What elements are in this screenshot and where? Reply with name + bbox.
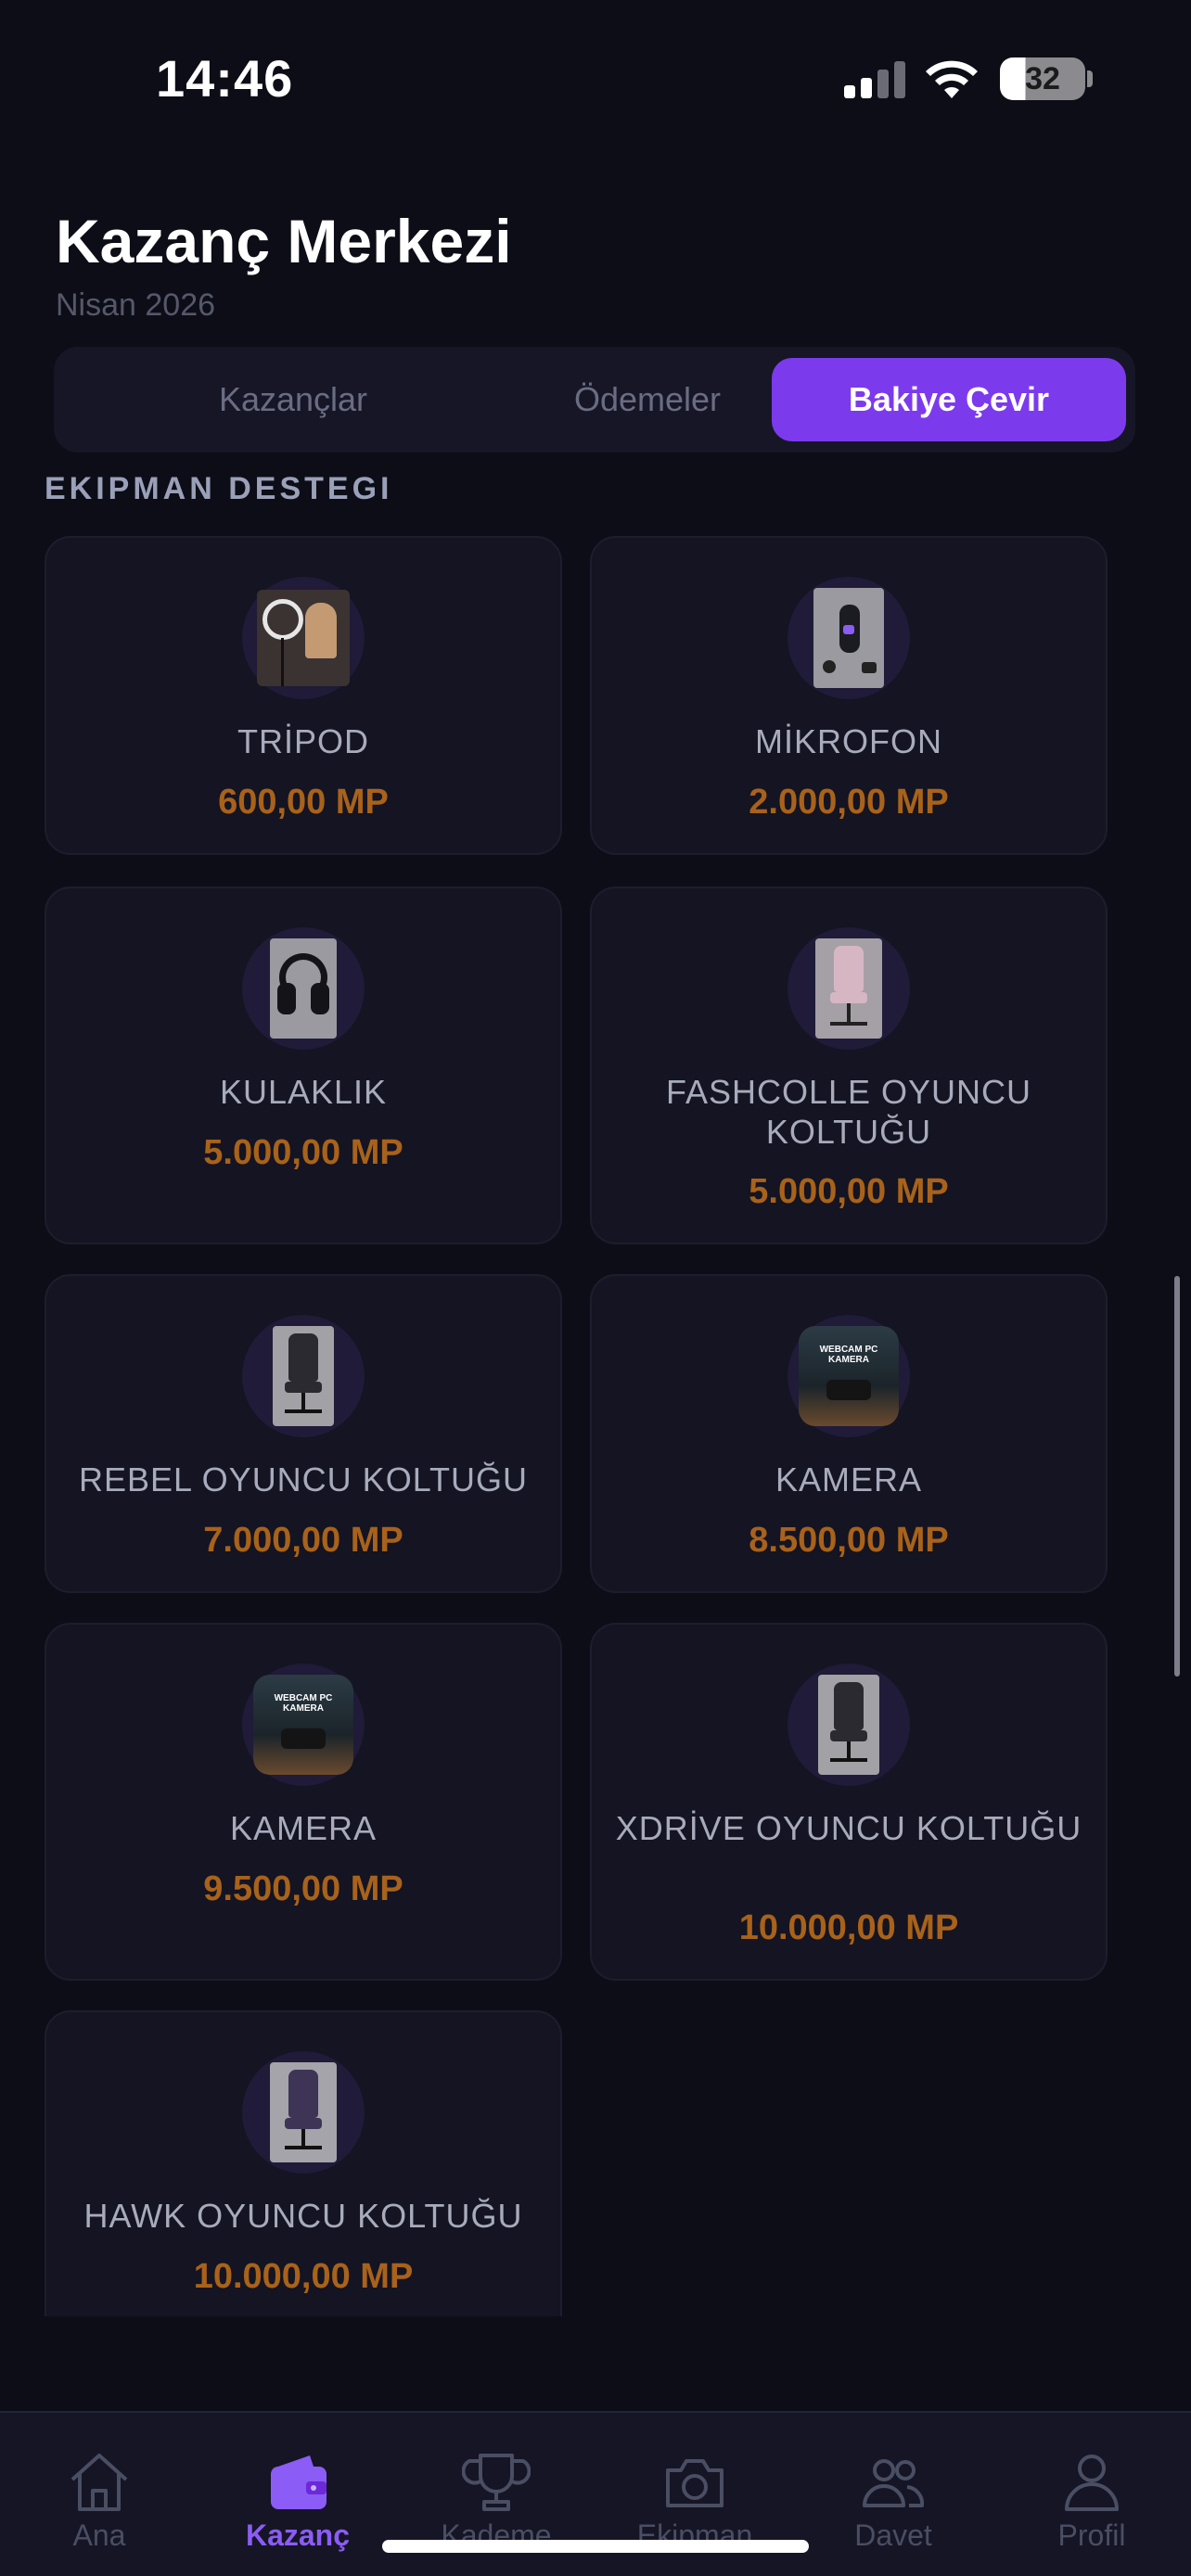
item-name: KULAKLIK [219,1073,388,1111]
battery-cap [1087,70,1093,87]
webcam-image: WEBCAM PC KAMERA [242,1664,365,1786]
tripod-ring-light-image [242,577,365,699]
user-icon [1065,2455,1119,2511]
item-price: 5.000,00 MP [203,1133,403,1172]
item-price: 8.500,00 MP [749,1521,949,1560]
item-name: KAMERA [775,1460,923,1498]
nav-label: Profil [1057,2519,1126,2552]
webcam-image: WEBCAM PC KAMERA [788,1315,910,1437]
battery-level: 32 [1025,60,1060,96]
nav-item-kazanc[interactable]: Kazanç [198,2413,397,2576]
users-icon [863,2459,925,2507]
thumb-caption: WEBCAM PC KAMERA [274,1693,333,1714]
nav-label: Davet [854,2519,932,2552]
equipment-card-xdrive-koltuk[interactable]: XDRİVE OYUNCU KOLTUĞU 10.000,00 MP [590,1623,1108,1981]
equipment-card-kamera-2[interactable]: WEBCAM PC KAMERA KAMERA 9.500,00 MP [45,1623,562,1981]
item-price: 10.000,00 MP [193,2257,414,2296]
equipment-card-fashcolle-koltuk[interactable]: FASHCOLLE OYUNCU KOLTUĞU 5.000,00 MP [590,886,1108,1244]
item-price: 600,00 MP [218,783,389,822]
thumb-caption: WEBCAM PC KAMERA [819,1345,878,1365]
page-title: Kazanç Merkezi [56,207,512,275]
battery-icon: 32 [1000,57,1085,100]
gaming-chair-image [242,1315,365,1437]
item-price: 5.000,00 MP [749,1172,949,1211]
equipment-card-rebel-koltuk[interactable]: REBEL OYUNCU KOLTUĞU 7.000,00 MP [45,1274,562,1593]
nav-label: Kazanç [245,2519,351,2552]
item-price: 10.000,00 MP [738,1908,959,1947]
headphones-image [242,927,365,1050]
status-time: 14:46 [156,49,294,108]
item-name: KAMERA [229,1809,378,1847]
gaming-chair-image [242,2051,365,2174]
gaming-chair-image [788,1664,910,1786]
wifi-icon [926,60,978,98]
item-name: FASHCOLLE OYUNCU KOLTUĞU [665,1073,1032,1151]
item-price: 9.500,00 MP [203,1869,403,1908]
camera-icon [666,2459,724,2507]
nav-label: Ana [72,2519,126,2552]
equipment-card-hawk-koltuk[interactable]: HAWK OYUNCU KOLTUĞU 10.000,00 MP [45,2010,562,2316]
item-price: 2.000,00 MP [749,783,949,822]
scroll-indicator[interactable] [1174,1276,1180,1677]
gaming-chair-image [788,927,910,1050]
cellular-signal-icon [844,61,905,98]
home-indicator[interactable] [382,2540,809,2553]
item-name: TRİPOD [237,722,369,760]
status-bar: 14:46 32 [0,0,1191,158]
tab-bakiye-cevir[interactable]: Bakiye Çevir [772,358,1126,441]
item-name: HAWK OYUNCU KOLTUĞU [83,2197,523,2235]
equipment-card-kamera-1[interactable]: WEBCAM PC KAMERA KAMERA 8.500,00 MP [590,1274,1108,1593]
page-subtitle: Nisan 2026 [56,287,216,323]
trophy-icon [462,2454,531,2511]
home-icon [70,2454,128,2511]
item-price: 7.000,00 MP [203,1521,403,1560]
equipment-card-kulaklik[interactable]: KULAKLIK 5.000,00 MP [45,886,562,1244]
nav-item-profil[interactable]: Profil [992,2413,1191,2576]
microphone-image [788,577,910,699]
nav-item-davet[interactable]: Davet [794,2413,992,2576]
section-title: EKIPMAN DESTEGI [45,471,393,506]
item-name: MİKROFON [755,722,942,760]
wallet-icon [271,2455,327,2509]
equipment-card-mikrofon[interactable]: MİKROFON 2.000,00 MP [590,536,1108,855]
equipment-card-tripod[interactable]: TRİPOD 600,00 MP [45,536,562,855]
segmented-tabs: Kazançlar Ödemeler Bakiye Çevir [54,347,1135,453]
item-name: XDRİVE OYUNCU KOLTUĞU [615,1809,1082,1847]
item-name: REBEL OYUNCU KOLTUĞU [78,1460,529,1498]
equipment-grid: TRİPOD 600,00 MP MİKROFON 2.000,00 MP KU… [45,536,1108,2316]
tab-kazanclar[interactable]: Kazançlar [116,358,470,441]
nav-item-ana[interactable]: Ana [0,2413,198,2576]
